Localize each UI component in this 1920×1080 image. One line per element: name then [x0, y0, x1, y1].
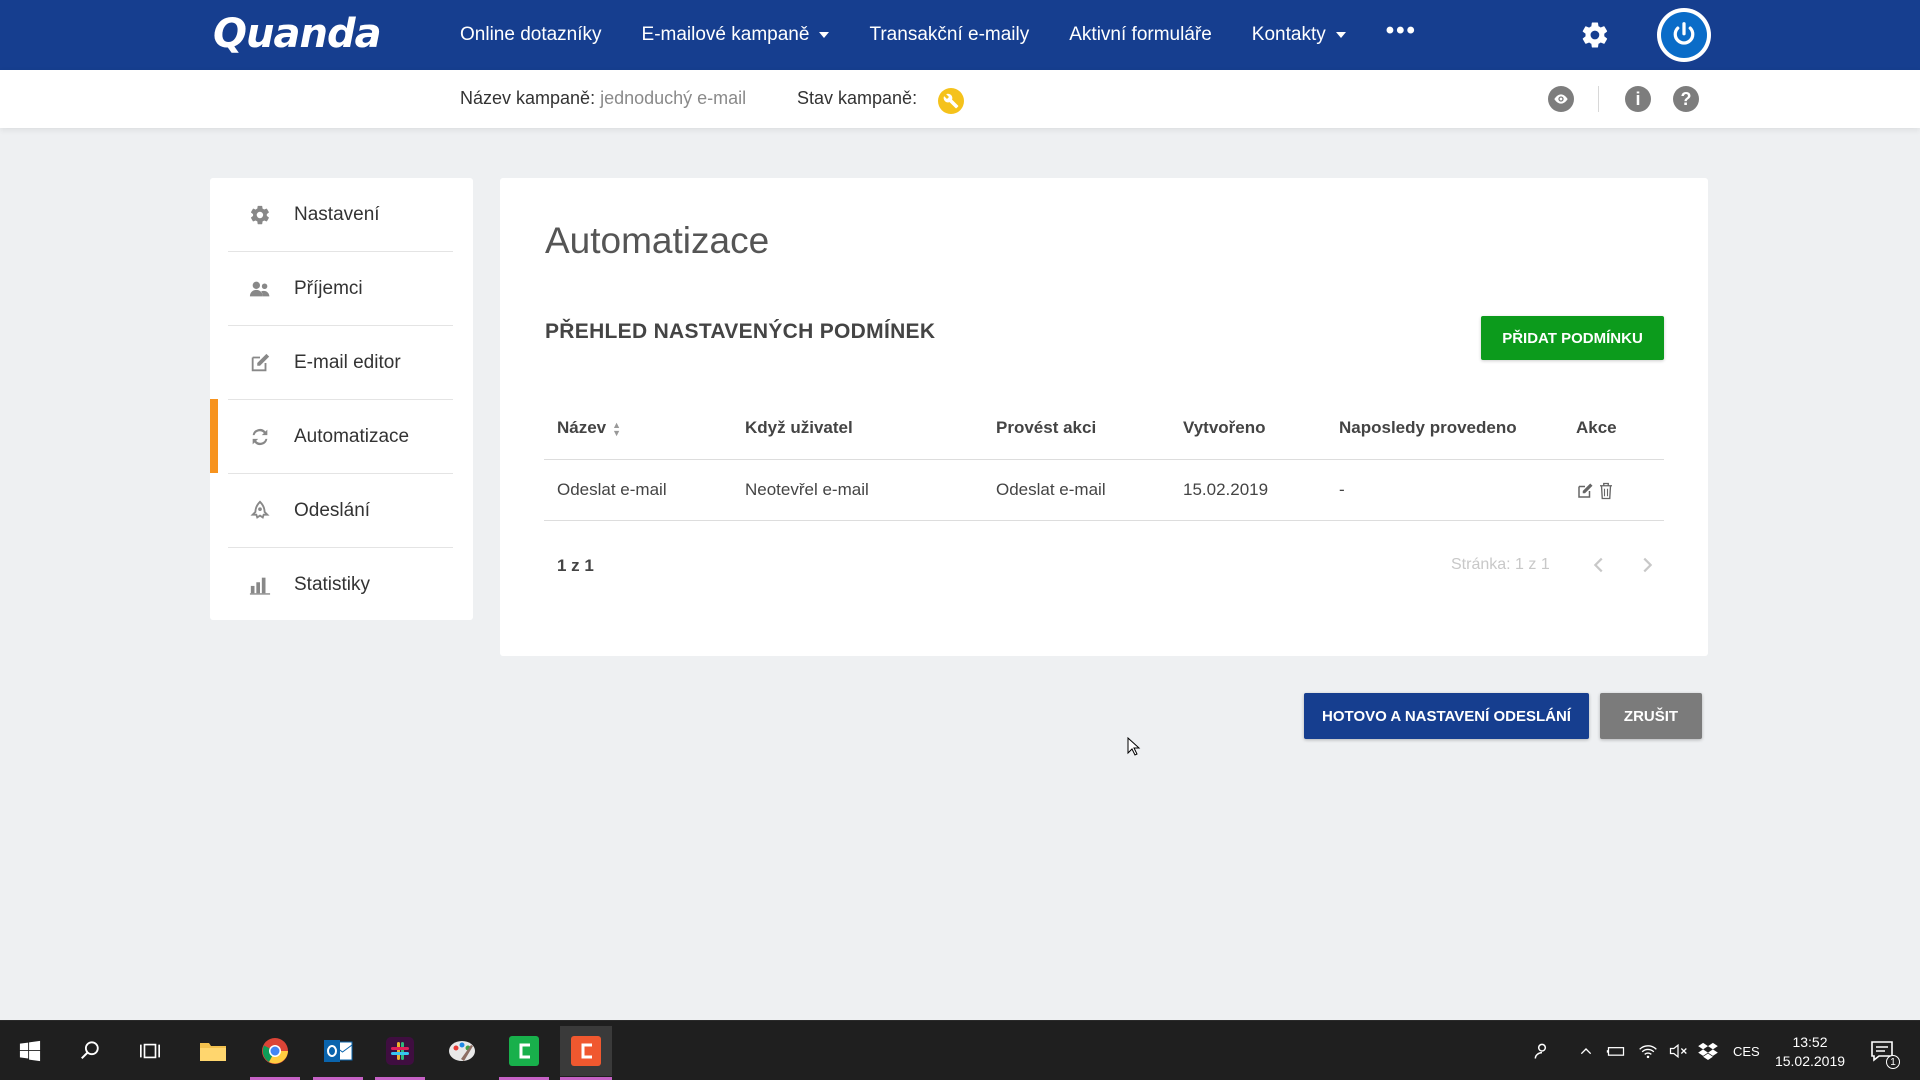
nav-emailove-kampane[interactable]: E-mailové kampaně [642, 24, 830, 46]
main-panel: Automatizace PŘEHLED NASTAVENÝCH PODMÍNE… [500, 178, 1708, 656]
outlook-icon[interactable] [318, 1031, 358, 1071]
chevron-left-icon[interactable] [1588, 554, 1610, 576]
section-title: PŘEHLED NASTAVENÝCH PODMÍNEK [545, 320, 936, 343]
column-header-provest-akci: Provést akci [996, 418, 1097, 437]
paint-icon[interactable] [442, 1031, 482, 1071]
cell-kdyz-uzivatel: Neotevřel e-mail [745, 480, 869, 499]
sort-icon: ▲ ▼ [612, 419, 622, 438]
wrench-icon [938, 88, 964, 114]
table-header: Název ▲ ▼ Když uživatel Provést akci Vytvo… [544, 396, 1664, 460]
column-header-akce: Akce [1576, 418, 1617, 437]
sidebar-item-label: Nastavení [294, 203, 380, 225]
cell-vytvoreno: 15.02.2019 [1183, 480, 1269, 499]
sidebar-item-label: Statistiky [294, 574, 371, 595]
users-icon [248, 277, 272, 301]
page-title: Automatizace [545, 220, 770, 261]
result-count: 1 z 1 [557, 556, 594, 575]
windows-start-icon[interactable] [10, 1031, 50, 1071]
page-indicator: Stránka: 1 z 1 [1451, 556, 1550, 573]
sidebar-item-label: Příjemci [294, 277, 363, 299]
bar-chart-icon [248, 573, 272, 597]
conditions-table: Název ▲ ▼ Když uživatel Provést akci Vytvo… [544, 396, 1664, 521]
add-condition-button[interactable]: PŘIDAT PODMÍNKU [1481, 316, 1664, 360]
cell-provest-akci: Odeslat e-mail [996, 480, 1106, 499]
search-icon[interactable] [70, 1031, 110, 1071]
help-icon[interactable]: ? [1673, 86, 1699, 112]
nav-more-menu[interactable]: ••• [1386, 17, 1417, 45]
sidebar-item-prijemci[interactable]: Příjemci [228, 252, 453, 326]
clock-time: 13:52 [1792, 1034, 1828, 1050]
trash-icon[interactable] [1598, 482, 1616, 500]
campaign-name: Název kampaně: jednoduchý e-mail [460, 88, 746, 109]
chevron-down-icon [1335, 32, 1346, 38]
cell-naposledy-provedeno: - [1339, 480, 1345, 499]
wizard-sidebar: Nastavení Příjemci E-mail editor Automat… [210, 178, 473, 620]
windows-taskbar: CES 13:52 15.02.2019 1 [0, 1020, 1920, 1080]
cell-nazev: Odeslat e-mail [557, 480, 667, 499]
info-icon[interactable]: i [1625, 86, 1651, 112]
sidebar-item-label: Automatizace [294, 425, 410, 447]
clock-date: 15.02.2019 [1774, 1053, 1846, 1069]
sidebar-item-odeslani[interactable]: Odeslání [228, 474, 453, 548]
table-row: Odeslat e-mail Neotevřel e-mail Odeslat … [544, 460, 1664, 521]
settings-gear-icon[interactable] [1580, 20, 1610, 50]
notification-count: 1 [1886, 1055, 1900, 1069]
nav-kontakty[interactable]: Kontakty [1252, 24, 1346, 46]
cancel-button[interactable]: ZRUŠIT [1600, 693, 1702, 739]
column-header-nazev[interactable]: Název ▲ ▼ [557, 418, 621, 438]
eye-icon[interactable] [1548, 86, 1574, 112]
power-icon [1661, 12, 1707, 58]
chrome-icon[interactable] [255, 1031, 295, 1071]
top-nav-bar: Quanda Online dotazníky E-mailové kampan… [0, 0, 1920, 70]
people-icon[interactable] [1524, 1031, 1560, 1071]
refresh-icon [248, 425, 272, 449]
edit-icon[interactable] [1576, 482, 1594, 500]
gear-icon [248, 203, 272, 227]
campaign-name-value: jednoduchý e-mail [600, 88, 747, 108]
edit-icon [248, 351, 272, 375]
column-header-vytvoreno: Vytvořeno [1183, 418, 1266, 437]
sidebar-item-label: E-mail editor [294, 351, 401, 373]
column-header-kdyz-uzivatel: Když uživatel [745, 418, 853, 437]
taskbar-clock[interactable]: 13:52 15.02.2019 [1770, 1033, 1850, 1071]
slack-icon[interactable] [380, 1031, 420, 1071]
sidebar-item-label: Odeslání [294, 499, 371, 521]
campaign-status-label: Stav kampaně: [797, 88, 918, 108]
nav-aktivni-formulare[interactable]: Aktivní formuláře [1069, 24, 1212, 46]
sidebar-item-automatizace[interactable]: Automatizace [228, 400, 453, 474]
done-and-send-settings-button[interactable]: HOTOVO A NASTAVENÍ ODESLÁNÍ [1304, 693, 1589, 739]
input-language[interactable]: CES [1733, 1021, 1760, 1080]
nav-online-dotazniky[interactable]: Online dotazníky [460, 24, 602, 46]
main-nav: Online dotazníky E-mailové kampaně Trans… [460, 0, 1457, 70]
file-explorer-icon[interactable] [193, 1031, 233, 1071]
divider [1598, 86, 1599, 112]
nav-transakcni-emaily[interactable]: Transakční e-maily [869, 24, 1029, 46]
dropbox-icon[interactable] [1690, 1031, 1726, 1071]
send-icon [248, 499, 272, 523]
camtasia-green-icon[interactable] [504, 1031, 544, 1071]
logout-button[interactable] [1657, 8, 1711, 62]
column-header-naposledy-provedeno: Naposledy provedeno [1339, 418, 1517, 437]
mouse-cursor-icon [1127, 736, 1141, 757]
quanda-logo[interactable]: Quanda [213, 12, 382, 56]
chevron-down-icon [819, 32, 830, 38]
sidebar-item-nastaveni[interactable]: Nastavení [228, 178, 453, 252]
active-indicator [210, 399, 218, 473]
battery-icon[interactable] [1598, 1031, 1634, 1071]
sidebar-item-statistiky[interactable]: Statistiky [228, 548, 453, 622]
task-view-icon[interactable] [130, 1031, 170, 1071]
sidebar-item-email-editor[interactable]: E-mail editor [228, 326, 453, 400]
chevron-right-icon[interactable] [1636, 554, 1658, 576]
campaign-name-label: Název kampaně: [460, 88, 596, 108]
camtasia-recorder-icon[interactable] [560, 1026, 612, 1076]
notifications-icon[interactable]: 1 [1862, 1031, 1902, 1071]
